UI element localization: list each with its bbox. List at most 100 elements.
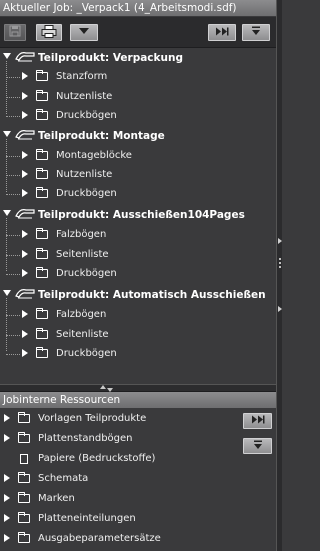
tree-item-label: Falzbögen bbox=[56, 229, 107, 240]
tree-group-label: Teilprodukt: Montage bbox=[38, 130, 165, 142]
resource-item-label: Schemata bbox=[38, 473, 89, 484]
folder-icon bbox=[36, 347, 48, 358]
tree-group-verpackung[interactable]: Teilprodukt: Verpackung bbox=[0, 49, 276, 67]
folder-icon bbox=[18, 472, 30, 483]
tree-item-druckboegen[interactable]: Druckbögen bbox=[0, 265, 276, 283]
tree-item-seitenliste[interactable]: Seitenliste bbox=[0, 326, 276, 344]
job-tree: Teilprodukt: Verpackung Stanzform Nutzen… bbox=[0, 48, 276, 384]
resource-item-ausgabeparametersaetze[interactable]: Ausgabeparametersätze bbox=[0, 530, 240, 548]
tree-item-label: Seitenliste bbox=[56, 329, 109, 340]
save-button[interactable] bbox=[4, 24, 26, 41]
resource-item-schemata[interactable]: Schemata bbox=[0, 470, 240, 488]
menu-dropdown-button[interactable] bbox=[70, 24, 98, 41]
tree-item-nutzenliste[interactable]: Nutzenliste bbox=[0, 166, 276, 184]
printer-icon bbox=[41, 24, 57, 41]
expand-triangle-icon[interactable] bbox=[4, 434, 10, 442]
tree-item-label: Nutzenliste bbox=[56, 91, 113, 102]
grip-dot-icon bbox=[279, 258, 281, 260]
expand-triangle-icon[interactable] bbox=[22, 349, 28, 357]
expand-triangle-icon[interactable] bbox=[22, 151, 28, 159]
dropdown-triangle-icon bbox=[78, 27, 90, 38]
folder-icon bbox=[18, 512, 30, 523]
expand-triangle-icon[interactable] bbox=[3, 210, 11, 216]
expand-triangle-icon[interactable] bbox=[22, 310, 28, 318]
expand-triangle-icon[interactable] bbox=[22, 111, 28, 119]
right-edge-bar[interactable] bbox=[276, 0, 282, 551]
tree-item-label: Falzbögen bbox=[56, 309, 107, 320]
collapse-down-icon bbox=[252, 440, 264, 453]
resources-list: Vorlagen Teilprodukte Plattenstandbögen … bbox=[0, 408, 276, 551]
expand-triangle-icon[interactable] bbox=[22, 330, 28, 338]
pane-splitter[interactable] bbox=[0, 384, 276, 392]
folder-icon bbox=[18, 492, 30, 503]
expand-triangle-icon[interactable] bbox=[22, 189, 28, 197]
tree-item-druckboegen[interactable]: Druckbögen bbox=[0, 345, 276, 363]
collapse-button[interactable] bbox=[242, 24, 270, 41]
expand-triangle-icon[interactable] bbox=[4, 414, 10, 422]
tree-group-label: Teilprodukt: Ausschießen104Pages bbox=[38, 209, 245, 221]
folder-icon bbox=[36, 267, 48, 278]
folder-icon bbox=[36, 168, 48, 179]
resource-item-papiere[interactable]: Papiere (Bedruckstoffe) bbox=[0, 450, 240, 468]
product-group-icon bbox=[14, 287, 36, 304]
resources-title: Jobinterne Ressourcen bbox=[3, 394, 121, 406]
print-button[interactable] bbox=[36, 24, 62, 41]
folder-icon bbox=[36, 109, 48, 120]
expand-triangle-icon[interactable] bbox=[3, 290, 11, 296]
tree-item-label: Druckbögen bbox=[56, 110, 117, 121]
tree-group-automatisch-ausschiessen[interactable]: Teilprodukt: Automatisch Ausschießen bbox=[0, 286, 276, 304]
expand-triangle-icon[interactable] bbox=[4, 494, 10, 502]
tree-item-seitenliste[interactable]: Seitenliste bbox=[0, 246, 276, 264]
resource-item-label: Marken bbox=[38, 493, 75, 504]
tree-item-montagebloecke[interactable]: Montageblöcke bbox=[0, 147, 276, 165]
fast-forward-icon bbox=[251, 415, 265, 427]
expand-triangle-icon[interactable] bbox=[22, 92, 28, 100]
product-group-icon bbox=[14, 50, 36, 67]
expand-triangle-icon[interactable] bbox=[3, 53, 11, 59]
folder-icon bbox=[36, 70, 48, 81]
expand-triangle-icon[interactable] bbox=[22, 230, 28, 238]
tree-item-label: Druckbögen bbox=[56, 268, 117, 279]
tree-item-stanzform[interactable]: Stanzform bbox=[0, 68, 276, 86]
fast-forward-icon bbox=[215, 27, 229, 39]
expand-triangle-icon[interactable] bbox=[22, 170, 28, 178]
resource-item-label: Papiere (Bedruckstoffe) bbox=[38, 453, 156, 464]
grip-dot-icon bbox=[279, 262, 281, 264]
tree-item-nutzenliste[interactable]: Nutzenliste bbox=[0, 88, 276, 106]
forward-button[interactable] bbox=[208, 24, 236, 41]
expand-right-icon[interactable] bbox=[278, 238, 282, 244]
folder-icon bbox=[36, 187, 48, 198]
expand-triangle-icon[interactable] bbox=[4, 514, 10, 522]
resource-item-label: Vorlagen Teilprodukte bbox=[38, 413, 147, 424]
expand-triangle-icon[interactable] bbox=[4, 474, 10, 482]
expand-triangle-icon[interactable] bbox=[22, 250, 28, 258]
expand-triangle-icon[interactable] bbox=[4, 534, 10, 542]
resource-item-label: Plattenstandbögen bbox=[38, 433, 133, 444]
tree-item-falzboegen[interactable]: Falzbögen bbox=[0, 226, 276, 244]
tree-item-druckboegen[interactable]: Druckbögen bbox=[0, 107, 276, 125]
resources-header: Jobinterne Ressourcen bbox=[0, 392, 276, 408]
tree-item-falzboegen[interactable]: Falzbögen bbox=[0, 306, 276, 324]
tree-item-druckboegen[interactable]: Druckbögen bbox=[0, 185, 276, 203]
expand-triangle-icon[interactable] bbox=[22, 269, 28, 277]
folder-icon bbox=[36, 248, 48, 259]
tree-item-label: Druckbögen bbox=[56, 188, 117, 199]
resource-item-plattenstandboegen[interactable]: Plattenstandbögen bbox=[0, 430, 240, 448]
folder-icon bbox=[36, 328, 48, 339]
resources-forward-button[interactable] bbox=[243, 413, 272, 429]
tree-item-label: Stanzform bbox=[56, 71, 108, 82]
expand-triangle-icon[interactable] bbox=[3, 131, 11, 137]
tree-group-ausschiessen104[interactable]: Teilprodukt: Ausschießen104Pages bbox=[0, 206, 276, 224]
toolbar bbox=[0, 17, 276, 48]
resource-item-marken[interactable]: Marken bbox=[0, 490, 240, 508]
resource-item-platteneinteilungen[interactable]: Platteneinteilungen bbox=[0, 510, 240, 528]
splitter-up-icon[interactable] bbox=[100, 385, 106, 389]
folder-icon bbox=[36, 228, 48, 239]
resource-item-vorlagen[interactable]: Vorlagen Teilprodukte bbox=[0, 410, 240, 428]
tree-item-label: Nutzenliste bbox=[56, 169, 113, 180]
expand-triangle-icon[interactable] bbox=[22, 72, 28, 80]
expand-right-icon[interactable] bbox=[278, 306, 282, 312]
tree-group-montage[interactable]: Teilprodukt: Montage bbox=[0, 127, 276, 145]
resources-collapse-button[interactable] bbox=[243, 438, 272, 454]
product-group-icon bbox=[14, 128, 36, 145]
